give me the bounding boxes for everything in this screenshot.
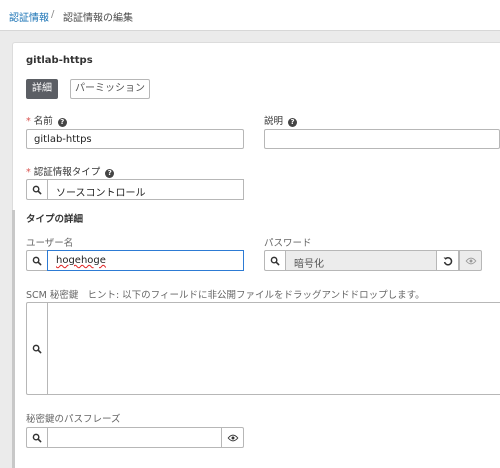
- passphrase-search-button[interactable]: [26, 427, 48, 448]
- password-revert-button[interactable]: [436, 250, 459, 271]
- search-icon: [270, 256, 280, 265]
- password-value: 暗号化: [294, 259, 324, 270]
- passphrase-group: [26, 427, 244, 448]
- search-icon: [32, 256, 42, 265]
- description-input[interactable]: [264, 129, 500, 149]
- username-label: ユーザー名: [26, 238, 74, 249]
- revert-icon: [443, 256, 452, 265]
- credential-type-field[interactable]: ソースコントロール: [48, 179, 244, 200]
- help-icon[interactable]: ?: [57, 118, 67, 127]
- name-input[interactable]: gitlab-https: [26, 129, 244, 149]
- search-icon: [32, 344, 42, 353]
- credential-type-lookup: ソースコントロール: [26, 179, 244, 200]
- password-label: パスワード: [264, 238, 312, 249]
- help-icon[interactable]: ?: [105, 169, 115, 178]
- password-input[interactable]: 暗号化: [286, 250, 436, 271]
- password-group: 暗号化: [264, 250, 500, 271]
- passphrase-show-button[interactable]: [221, 427, 244, 448]
- username-input[interactable]: hogehoge: [47, 250, 244, 271]
- passphrase-input[interactable]: [48, 427, 221, 448]
- section-indicator: [12, 210, 15, 468]
- credential-type-label: * 認証情報タイプ?: [26, 164, 115, 178]
- credential-type-search-button[interactable]: [26, 179, 48, 200]
- breadcrumb-credentials-link[interactable]: 認証情報: [9, 9, 49, 24]
- scm-key-textarea[interactable]: [48, 302, 500, 395]
- breadcrumb-separator: /: [51, 9, 55, 20]
- username-search-button[interactable]: [26, 250, 48, 271]
- username-value: hogehoge: [56, 255, 106, 266]
- password-search-button[interactable]: [264, 250, 286, 271]
- type-details-heading: タイプの詳細: [26, 214, 84, 225]
- required-mark: *: [26, 167, 31, 178]
- breadcrumb-current: 認証情報の編集: [63, 13, 133, 24]
- search-icon: [32, 433, 42, 442]
- username-group: hogehoge: [26, 250, 244, 271]
- description-label: 説明?: [264, 113, 298, 127]
- passphrase-label: 秘密鍵のパスフレーズ: [26, 414, 121, 425]
- help-icon[interactable]: ?: [288, 118, 298, 127]
- scm-key-group: [26, 302, 500, 395]
- eye-icon: [465, 257, 476, 264]
- tab-permissions[interactable]: パーミッション: [70, 79, 150, 99]
- password-show-button[interactable]: [459, 250, 482, 271]
- scm-key-label: SCM 秘密鍵 ヒント: 以下のフィールドに非公開ファイルをドラッグアンドドロッ…: [26, 290, 425, 301]
- name-label: * 名前?: [26, 113, 67, 127]
- name-input-value: gitlab-https: [34, 134, 92, 145]
- required-mark: *: [26, 116, 31, 127]
- tab-details[interactable]: 詳細: [26, 79, 58, 99]
- search-icon: [32, 185, 42, 194]
- eye-icon: [227, 434, 238, 441]
- card-title: gitlab-https: [26, 55, 93, 66]
- scm-key-hint: ヒント: 以下のフィールドに非公開ファイルをドラッグアンドドロップします。: [87, 290, 425, 301]
- scm-key-search-button[interactable]: [26, 302, 48, 395]
- credential-type-value: ソースコントロール: [56, 188, 146, 199]
- breadcrumb-bar: 認証情報 / 認証情報の編集: [0, 0, 500, 31]
